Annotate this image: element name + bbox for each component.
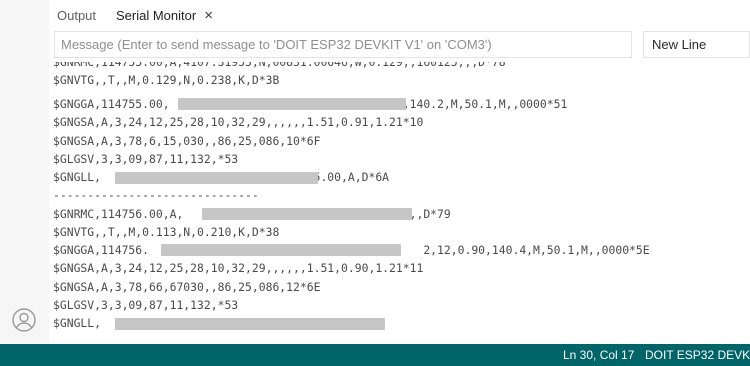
redaction-block (115, 172, 318, 184)
tab-output[interactable]: Output (57, 0, 96, 31)
activity-bar (0, 0, 49, 344)
line-ending-value: New Line (652, 37, 707, 52)
message-input[interactable] (54, 31, 632, 58)
tab-output-label: Output (57, 8, 97, 23)
board-name[interactable]: DOIT ESP32 DEVKIT (645, 344, 750, 366)
console-line: $GNVTG,,T,,M,0.129,N,0.238,K,D*3B (53, 73, 280, 87)
console-line: $GNGSA,A,3,24,12,25,28,10,32,29,,,,,,1.5… (53, 261, 424, 275)
console-separator: ------------------------------ (53, 188, 259, 202)
account-icon[interactable] (12, 308, 36, 332)
console-line: $GNVTG,,T,,M,0.113,N,0.210,K,D*38 (53, 225, 280, 239)
redaction-block (115, 318, 385, 330)
line-ending-select[interactable]: New Line (643, 31, 750, 58)
console-line: $GLGSV,3,3,09,87,11,132,*53 (53, 152, 239, 166)
message-bar: New Line (49, 31, 750, 61)
console-line: $GNRMC,114755.00,A,4107.31953,N,00831.00… (53, 62, 506, 69)
tab-serial-monitor-label: Serial Monitor (116, 8, 197, 23)
panel-tabs: Output Serial Monitor × (49, 0, 750, 31)
serial-output: $GNRMC,114755.00,A,4107.31953,N,00831.00… (53, 62, 750, 344)
redaction-block (178, 98, 406, 110)
console-line: $GNGSA,A,3,24,12,25,28,10,32,29,,,,,,1.5… (53, 115, 424, 129)
close-icon[interactable]: × (204, 0, 213, 31)
redaction-block (161, 244, 401, 256)
status-bar: Ln 30, Col 17 DOIT ESP32 DEVKIT (0, 344, 750, 366)
console-line: $GLGSV,3,3,09,87,11,132,*53 (53, 298, 239, 312)
redaction-block (202, 208, 412, 220)
console-line: $GNGSA,A,3,78,6,15,030,,86,25,086,10*6F (53, 134, 321, 148)
tab-serial-monitor[interactable]: Serial Monitor × (116, 0, 213, 31)
console-line: $GNGSA,A,3,78,66,67030,,86,25,086,12*6E (53, 280, 321, 294)
cursor-position[interactable]: Ln 30, Col 17 (563, 344, 634, 366)
